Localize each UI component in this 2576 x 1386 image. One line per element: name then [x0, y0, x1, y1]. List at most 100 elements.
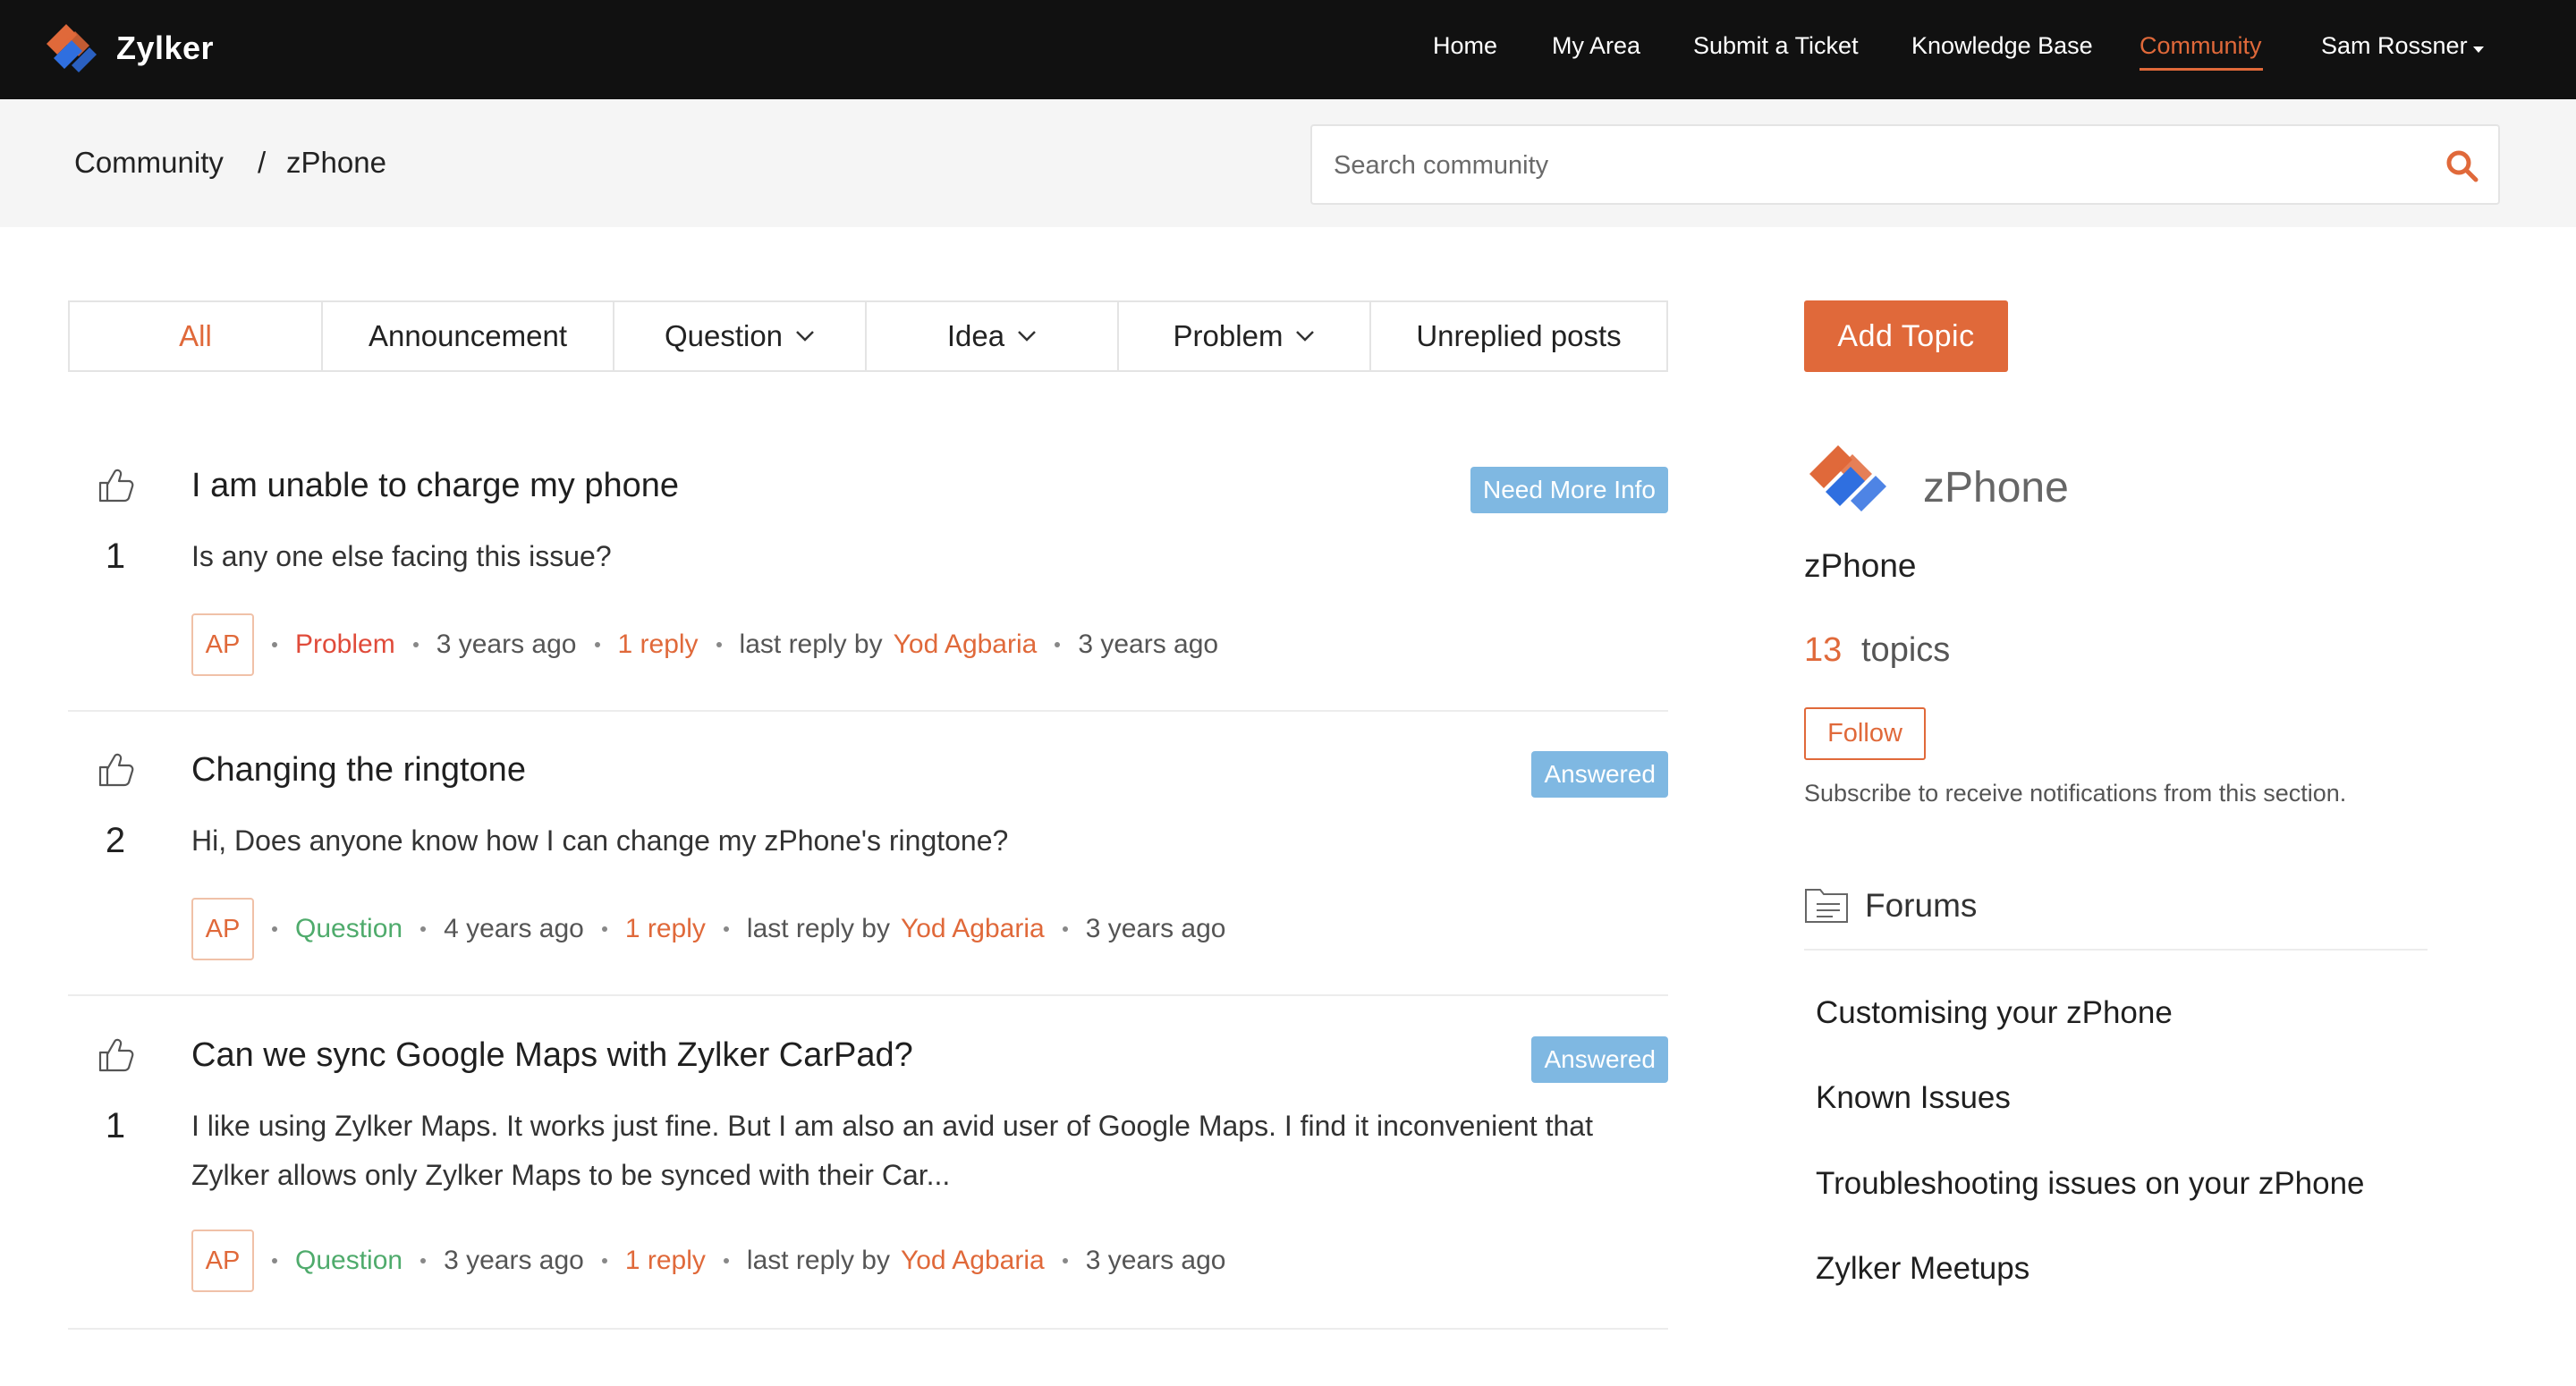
forum-folder-icon	[1805, 889, 1848, 923]
topic-title[interactable]: Can we sync Google Maps with Zylker CarP…	[191, 1036, 913, 1075]
tab-label: Announcement	[369, 319, 567, 352]
breadcrumb-community[interactable]: Community	[74, 146, 224, 180]
separator-dot	[272, 642, 277, 647]
category-link[interactable]: Question	[295, 914, 402, 944]
forums-divider	[1804, 949, 2428, 951]
last-reply-label: last reply by	[739, 630, 883, 659]
category-link[interactable]: Question	[295, 1246, 402, 1276]
chevron-down-icon	[1296, 331, 1315, 342]
tab-announcement[interactable]: Announcement	[323, 302, 614, 370]
last-reply-time: 3 years ago	[1085, 914, 1226, 943]
topic-count-label: topics	[1861, 631, 1951, 669]
nav-submit-ticket[interactable]: Submit a Ticket	[1693, 32, 1859, 60]
topic-meta: AP Question 3 years ago 1 reply last rep…	[191, 1230, 1225, 1292]
status-badge: Answered	[1531, 751, 1668, 798]
topic-excerpt[interactable]: Is any one else facing this issue?	[191, 532, 1658, 581]
last-reply-author[interactable]: Yod Agbaria	[901, 914, 1045, 944]
caret-down-icon[interactable]	[2473, 46, 2484, 53]
breadcrumb-current: zPhone	[286, 146, 386, 179]
tab-idea[interactable]: Idea	[867, 302, 1119, 370]
breadcrumb-separator: /	[258, 146, 267, 179]
topic-divider	[68, 710, 1668, 712]
status-badge: Answered	[1531, 1036, 1668, 1083]
reply-count-link[interactable]: 1 reply	[618, 630, 699, 660]
posted-time: 4 years ago	[444, 914, 584, 943]
separator-dot	[1055, 642, 1061, 647]
avatar[interactable]: AP	[191, 613, 254, 676]
search-box	[1310, 124, 2500, 205]
topic-title[interactable]: Changing the ringtone	[191, 751, 526, 790]
last-reply-label: last reply by	[746, 914, 890, 943]
separator-dot	[1062, 926, 1068, 932]
tab-label: Problem	[1173, 319, 1284, 352]
follow-button[interactable]: Follow	[1804, 707, 1926, 760]
tab-label: Idea	[946, 319, 1005, 352]
top-navigation-bar: Zylker Home My Area Submit a Ticket Know…	[0, 0, 2576, 99]
forum-link-troubleshooting[interactable]: Troubleshooting issues on your zPhone	[1816, 1166, 2365, 1202]
topic-filter-tabs: All Announcement Question Idea Problem U…	[68, 300, 1668, 372]
status-badge: Need More Info	[1470, 467, 1668, 513]
chevron-down-icon	[796, 331, 814, 342]
tab-unreplied[interactable]: Unreplied posts	[1371, 302, 1666, 370]
avatar[interactable]: AP	[191, 1230, 254, 1292]
tab-label: Unreplied posts	[1416, 319, 1622, 352]
thumbs-up-icon[interactable]	[95, 1035, 136, 1076]
vote-count: 1	[105, 537, 126, 576]
separator-dot	[594, 642, 600, 647]
last-reply-time: 3 years ago	[1078, 630, 1219, 659]
search-icon[interactable]	[2444, 148, 2481, 185]
separator-dot	[272, 926, 277, 932]
chevron-down-icon	[1018, 331, 1036, 342]
last-reply-author[interactable]: Yod Agbaria	[901, 1246, 1045, 1276]
separator-dot	[1062, 1258, 1068, 1263]
separator-dot	[420, 1258, 427, 1263]
search-input[interactable]	[1334, 148, 2407, 183]
nav-my-area[interactable]: My Area	[1552, 32, 1640, 60]
tab-problem[interactable]: Problem	[1119, 302, 1371, 370]
vote-count: 2	[105, 821, 126, 860]
separator-dot	[420, 926, 427, 932]
reply-count-link[interactable]: 1 reply	[625, 914, 706, 944]
zylker-logo-icon	[47, 24, 97, 72]
active-nav-underline	[2140, 68, 2263, 71]
nav-knowledge-base[interactable]: Knowledge Base	[1911, 32, 2093, 60]
separator-dot	[601, 1258, 607, 1263]
section-logo-text: zPhone	[1923, 464, 2069, 511]
forum-link-customising[interactable]: Customising your zPhone	[1816, 995, 2173, 1031]
nav-home[interactable]: Home	[1433, 32, 1497, 60]
nav-community[interactable]: Community	[2140, 32, 2262, 60]
topic-divider	[68, 994, 1668, 996]
separator-dot	[601, 926, 607, 932]
add-topic-button[interactable]: Add Topic	[1804, 300, 2008, 372]
tab-question[interactable]: Question	[614, 302, 867, 370]
forums-heading: Forums	[1865, 887, 1978, 924]
brand-logo-link[interactable]: Zylker	[39, 16, 214, 80]
topic-title[interactable]: I am unable to charge my phone	[191, 467, 679, 505]
separator-dot	[272, 1258, 277, 1263]
avatar[interactable]: AP	[191, 898, 254, 960]
thumbs-up-icon[interactable]	[95, 749, 136, 790]
forum-link-known-issues[interactable]: Known Issues	[1816, 1080, 2011, 1116]
category-link[interactable]: Problem	[295, 630, 395, 660]
follow-note: Subscribe to receive notifications from …	[1804, 780, 2347, 807]
separator-dot	[412, 642, 419, 647]
tab-all[interactable]: All	[70, 302, 323, 370]
topic-meta: AP Question 4 years ago 1 reply last rep…	[191, 898, 1225, 960]
topic-excerpt[interactable]: Hi, Does anyone know how I can change my…	[191, 816, 1658, 866]
forum-link-meetups[interactable]: Zylker Meetups	[1816, 1251, 2029, 1287]
separator-dot	[716, 642, 722, 647]
separator-dot	[723, 1258, 729, 1263]
tab-label: All	[179, 319, 212, 352]
posted-time: 3 years ago	[436, 630, 577, 659]
section-name: zPhone	[1804, 547, 1917, 584]
thumbs-up-icon[interactable]	[95, 465, 136, 506]
user-menu[interactable]: Sam Rossner	[2321, 32, 2468, 60]
reply-count-link[interactable]: 1 reply	[625, 1246, 706, 1276]
last-reply-author[interactable]: Yod Agbaria	[894, 630, 1038, 660]
last-reply-time: 3 years ago	[1085, 1246, 1226, 1275]
posted-time: 3 years ago	[444, 1246, 584, 1275]
brand-name: Zylker	[116, 30, 215, 66]
last-reply-label: last reply by	[746, 1246, 890, 1275]
zphone-logo-icon	[1809, 445, 1886, 511]
topic-excerpt[interactable]: I like using Zylker Maps. It works just …	[191, 1102, 1658, 1200]
